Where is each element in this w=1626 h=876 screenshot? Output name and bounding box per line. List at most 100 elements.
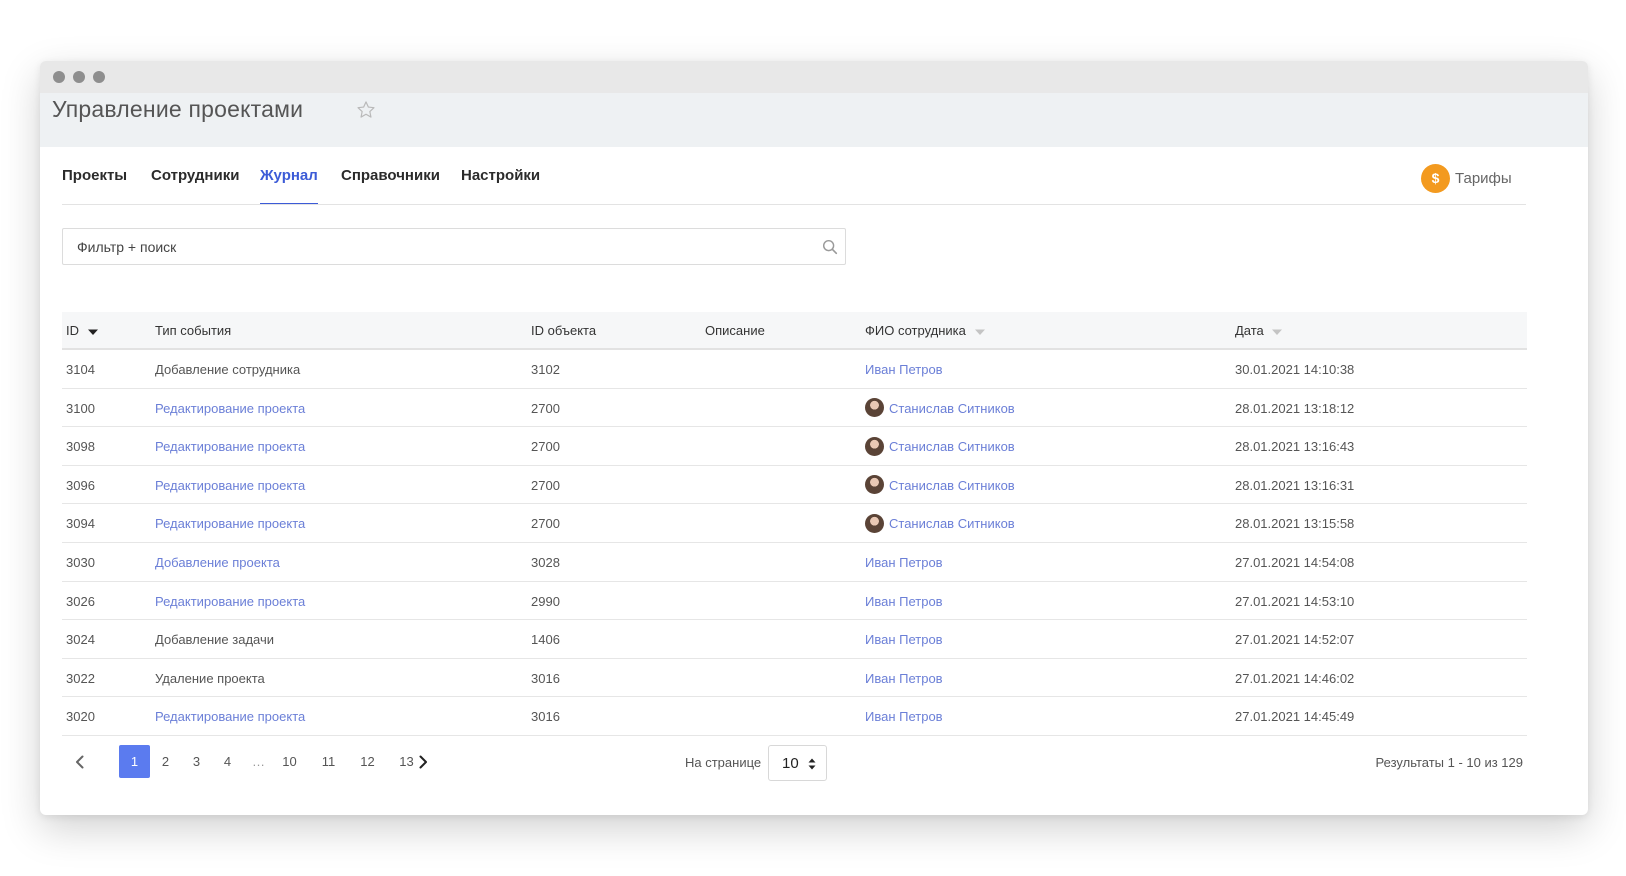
cell-id: 3020: [66, 709, 95, 725]
page-header: Управление проектами: [40, 93, 1588, 147]
table-row: 3020 Редактирование проекта 3016 Иван Петро…: [62, 697, 1527, 736]
select-updown-icon: [808, 758, 816, 770]
search-icon[interactable]: [821, 238, 839, 256]
cell-employee[interactable]: Иван Петров: [865, 709, 943, 724]
cell-event-type[interactable]: Редактирование проекта: [155, 709, 305, 724]
cell-event-type[interactable]: Добавление проекта: [155, 555, 280, 570]
cell-object-id: 3016: [531, 670, 560, 686]
cell-event-type: Добавление задачи: [155, 632, 275, 648]
cell-employee[interactable]: Станислав Ситников: [865, 436, 1015, 456]
cell-employee[interactable]: Станислав Ситников: [865, 513, 1015, 533]
table-row: 3100 Редактирование проекта 2700 Станислав …: [62, 389, 1527, 428]
tariffs-label: Тарифы: [1455, 170, 1512, 187]
page-button[interactable]: 10: [274, 745, 305, 778]
page-button[interactable]: 2: [150, 745, 181, 778]
results-summary: Результаты 1 - 10 из 129: [1375, 755, 1523, 770]
avatar: [865, 436, 884, 456]
table-header: ID Тип события ID объекта Описание ФИО с…: [62, 312, 1527, 350]
tab-projects[interactable]: Проекты: [62, 161, 127, 205]
filter-dropdown-icon: [1272, 329, 1283, 335]
cell-date: 28.01.2021 13:16:31: [1235, 477, 1355, 493]
cell-object-id: 2700: [531, 516, 560, 532]
next-page-icon[interactable]: [413, 752, 433, 772]
page-button[interactable]: 4: [212, 745, 243, 778]
pagination-bar: 1 2 3 4… 10 11 12 13 На странице 10 Результаты …: [62, 744, 1527, 782]
cell-id: 3098: [66, 439, 95, 455]
window-titlebar: [40, 61, 1588, 93]
cell-id: 3104: [66, 362, 95, 377]
column-header-employee[interactable]: ФИО сотрудника: [865, 323, 986, 338]
employee-name: Станислав Ситников: [889, 477, 1015, 493]
cell-object-id: 2700: [531, 477, 560, 493]
cell-date: 27.01.2021 14:45:49: [1235, 709, 1355, 725]
cell-date: 28.01.2021 13:18:12: [1235, 400, 1355, 416]
cell-employee[interactable]: Станислав Ситников: [865, 398, 1015, 418]
cell-object-id: 2700: [531, 439, 560, 455]
window-maximize-dot[interactable]: [93, 71, 105, 83]
table-row: 3030 Добавление проекта 3028 Иван Петров 27.…: [62, 543, 1527, 582]
avatar: [865, 513, 884, 533]
cell-object-id: 2700: [531, 400, 560, 416]
cell-event-type[interactable]: Редактирование проекта: [155, 401, 305, 416]
employee-name: Иван Петров: [865, 632, 943, 648]
per-page-value: 10: [782, 755, 799, 772]
table-row: 3026 Редактирование проекта 2990 Иван Петро…: [62, 582, 1527, 621]
cell-date: 27.01.2021 14:54:08: [1235, 554, 1355, 570]
page-button[interactable]: 12: [352, 745, 383, 778]
column-header-id[interactable]: ID: [66, 323, 99, 338]
employee-name: Иван Петров: [865, 593, 943, 609]
tab-references[interactable]: Справочники: [341, 161, 440, 205]
tab-settings[interactable]: Настройки: [461, 161, 540, 205]
column-header-date[interactable]: Дата: [1235, 323, 1283, 338]
sort-desc-icon: [87, 329, 98, 335]
tab-employees[interactable]: Сотрудники: [151, 161, 239, 205]
cell-event-type[interactable]: Редактирование проекта: [155, 594, 305, 609]
cell-id: 3096: [66, 477, 95, 493]
favorite-star-icon[interactable]: [355, 99, 377, 121]
cell-event-type[interactable]: Редактирование проекта: [155, 439, 305, 454]
cell-id: 3100: [66, 400, 95, 416]
cell-employee[interactable]: Иван Петров: [865, 632, 943, 647]
column-header-object-id: ID объекта: [531, 323, 597, 338]
table-row: 3096 Редактирование проекта 2700 Станислав …: [62, 466, 1527, 505]
cell-date: 27.01.2021 14:53:10: [1235, 593, 1355, 609]
window-minimize-dot[interactable]: [73, 71, 85, 83]
per-page-select[interactable]: 10: [768, 745, 827, 781]
tab-journal[interactable]: Журнал: [260, 161, 318, 205]
cell-id: 3022: [66, 670, 95, 686]
cell-event-type[interactable]: Редактирование проекта: [155, 516, 305, 531]
cell-id: 3030: [66, 554, 95, 570]
column-header-event-type: Тип события: [155, 323, 232, 338]
employee-name: Станислав Ситников: [889, 400, 1015, 416]
cell-object-id: 3028: [531, 554, 560, 570]
cell-employee[interactable]: Иван Петров: [865, 671, 943, 686]
prev-page-icon[interactable]: [70, 752, 90, 772]
cell-id: 3026: [66, 593, 95, 609]
app-window: Управление проектами Проекты Сотрудники …: [40, 61, 1588, 815]
cell-employee[interactable]: Иван Петров: [865, 594, 943, 609]
table-row: 3104 Добавление сотрудника 3102 Иван Петров…: [62, 350, 1527, 389]
search-input[interactable]: [77, 237, 797, 257]
cell-date: 27.01.2021 14:46:02: [1235, 670, 1355, 686]
employee-name: Станислав Ситников: [889, 516, 1015, 532]
cell-employee[interactable]: Иван Петров: [865, 555, 943, 570]
employee-name: Иван Петров: [865, 362, 943, 377]
cell-employee[interactable]: Станислав Ситников: [865, 475, 1015, 495]
avatar: [865, 475, 884, 495]
cell-employee[interactable]: Иван Петров: [865, 362, 943, 377]
cell-event-type[interactable]: Редактирование проекта: [155, 478, 305, 493]
cell-object-id: 3016: [531, 709, 560, 725]
employee-name: Иван Петров: [865, 554, 943, 570]
cell-event-type: Удаление проекта: [155, 670, 265, 686]
table-row: 3094 Редактирование проекта 2700 Станислав …: [62, 504, 1527, 543]
cell-date: 28.01.2021 13:16:43: [1235, 439, 1355, 455]
window-close-dot[interactable]: [53, 71, 65, 83]
table-row: 3022 Удаление проекта 3016 Иван Петров 27.01…: [62, 659, 1527, 698]
page-button[interactable]: 3: [181, 745, 212, 778]
page-button[interactable]: 11: [313, 745, 344, 778]
cell-object-id: 1406: [531, 632, 560, 648]
employee-name: Станислав Ситников: [889, 439, 1015, 455]
filter-dropdown-icon: [974, 329, 985, 335]
cell-object-id: 3102: [531, 362, 560, 377]
page-button[interactable]: 1: [119, 745, 150, 778]
